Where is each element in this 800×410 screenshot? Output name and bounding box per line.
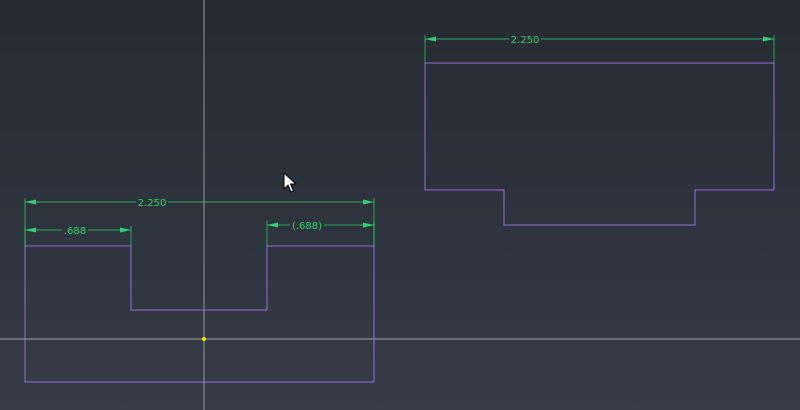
arrowhead-left xyxy=(25,227,36,233)
arrowhead-right xyxy=(363,222,374,228)
right-step-dimension[interactable]: (.688) xyxy=(266,221,375,246)
origin-point[interactable] xyxy=(202,337,206,341)
arrowhead-right xyxy=(363,199,374,205)
right-overall-width-dimension[interactable]: 2.250 xyxy=(424,35,775,63)
dimension-value[interactable]: (.688) xyxy=(292,221,322,232)
arrow-pointer-icon xyxy=(283,172,297,193)
arrowhead-left xyxy=(25,199,36,205)
right-sketch[interactable]: 2.250 xyxy=(424,35,775,226)
left-sketch[interactable]: 2.250 .688 (.688) xyxy=(24,198,375,383)
dimension-value[interactable]: 2.250 xyxy=(138,198,167,209)
right-profile[interactable] xyxy=(424,62,775,226)
arrowhead-left xyxy=(425,36,436,42)
left-step-dimension[interactable]: .688 xyxy=(24,226,132,246)
left-profile[interactable] xyxy=(24,245,375,383)
sketch-canvas[interactable]: 2.250 .688 (.688) 2.250 xyxy=(0,0,800,410)
arrowhead-left xyxy=(267,222,278,228)
arrowhead-right xyxy=(763,36,774,42)
dimension-value[interactable]: .688 xyxy=(64,226,86,237)
arrowhead-right xyxy=(120,227,131,233)
sketch-axes xyxy=(0,0,800,410)
dimension-value[interactable]: 2.250 xyxy=(511,35,540,46)
